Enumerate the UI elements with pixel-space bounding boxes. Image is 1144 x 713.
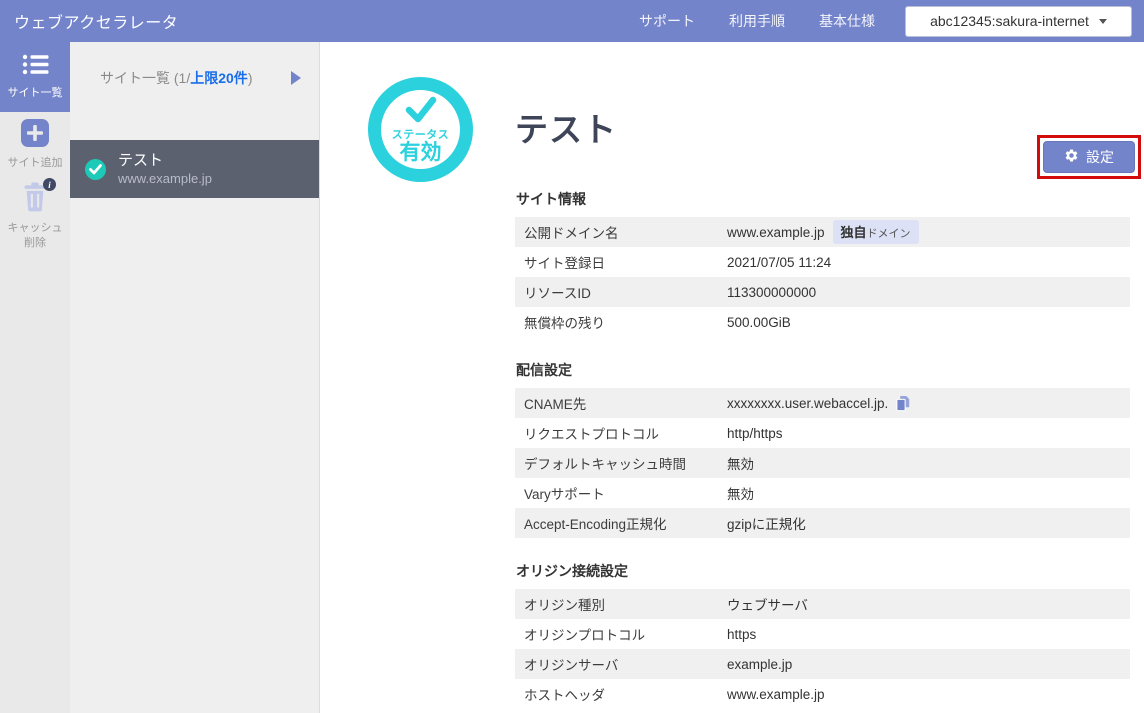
table-row: ホストヘッダ www.example.jp: [515, 679, 1130, 709]
site-list-header: サイト一覧 (1/上限20件): [70, 42, 319, 88]
copy-icon[interactable]: [895, 395, 910, 412]
table-row: リソースID 113300000000: [515, 277, 1130, 307]
account-dropdown-label: abc12345:sakura-internet: [930, 13, 1089, 29]
site-list-icon: [22, 53, 49, 81]
table-row: 公開ドメイン名 www.example.jp独自ドメイン: [515, 217, 1130, 247]
site-limit-link[interactable]: 上限20件: [190, 70, 248, 86]
page-title: テスト: [515, 103, 617, 151]
gear-icon: [1064, 148, 1079, 166]
detail-sections: サイト情報 公開ドメイン名 www.example.jp独自ドメイン サイト登録…: [515, 190, 1130, 709]
nav-support-link[interactable]: サポート: [639, 11, 695, 31]
table-row: サイト登録日 2021/07/05 11:24: [515, 247, 1130, 277]
info-icon: i: [43, 178, 56, 191]
chevron-down-icon: [1099, 19, 1107, 24]
site-list-title: サイト一覧 (1/上限20件): [100, 68, 252, 88]
webaccel-app: ウェブアクセラレータ サポート 利用手順 基本仕様 abc12345:sakur…: [0, 0, 1144, 713]
trash-icon: i: [20, 181, 50, 218]
status-label: ステータス: [392, 129, 450, 141]
table-row: オリジンプロトコル https: [515, 619, 1130, 649]
status-enabled-check-icon: [404, 96, 438, 128]
table-row: 無償枠の残り 500.00GiB: [515, 307, 1130, 337]
settings-button[interactable]: 設定: [1043, 141, 1135, 173]
sidebar-item-label: サイト一覧: [8, 86, 63, 101]
app-body: サイト一覧 サイト追加: [0, 42, 1144, 713]
site-detail-panel: ステータス 有効 テスト 設定 サイト情報: [320, 42, 1144, 713]
table-row: オリジンサーバ example.jp: [515, 649, 1130, 679]
collapse-panel-arrow-icon[interactable]: [291, 71, 301, 85]
table-row: CNAME先 xxxxxxxx.user.webaccel.jp.: [515, 388, 1130, 418]
custom-domain-badge: 独自ドメイン: [833, 220, 919, 244]
section-title: オリジン接続設定: [516, 562, 1130, 581]
status-value: 有効: [400, 141, 442, 164]
section-title: 配信設定: [516, 361, 1130, 380]
table-row: デフォルトキャッシュ時間 無効: [515, 448, 1130, 478]
section-title: サイト情報: [516, 190, 1130, 209]
section-delivery-settings: 配信設定 CNAME先 xxxxxxxx.user.webaccel.jp.: [515, 361, 1130, 538]
settings-button-label: 設定: [1086, 147, 1114, 167]
icon-sidebar: サイト一覧 サイト追加: [0, 42, 70, 713]
settings-highlight-box: 設定: [1037, 135, 1141, 179]
account-dropdown[interactable]: abc12345:sakura-internet: [905, 6, 1132, 37]
top-header-bar: ウェブアクセラレータ サポート 利用手順 基本仕様 abc12345:sakur…: [0, 0, 1144, 42]
plus-icon: [20, 118, 50, 153]
sidebar-item-site-add[interactable]: サイト追加: [0, 118, 70, 171]
nav-guide-link[interactable]: 利用手順: [729, 11, 785, 31]
table-row: Varyサポート 無効: [515, 478, 1130, 508]
table-row: オリジン種別 ウェブサーバ: [515, 589, 1130, 619]
table-row: Accept-Encoding正規化 gzipに正規化: [515, 508, 1130, 538]
sidebar-item-site-list[interactable]: サイト一覧: [0, 42, 70, 112]
site-list-item-selected[interactable]: テスト www.example.jp: [70, 140, 319, 198]
section-site-info: サイト情報 公開ドメイン名 www.example.jp独自ドメイン サイト登録…: [515, 190, 1130, 337]
table-row: リクエストプロトコル http/https: [515, 418, 1130, 448]
site-list-panel: サイト一覧 (1/上限20件) テスト www.example.jp: [70, 42, 320, 713]
site-item-text: テスト www.example.jp: [118, 151, 212, 187]
site-item-name: テスト: [118, 151, 212, 170]
site-item-domain: www.example.jp: [118, 170, 212, 187]
nav-spec-link[interactable]: 基本仕様: [819, 11, 875, 31]
section-origin-settings: オリジン接続設定 オリジン種別 ウェブサーバ オリジンプロトコル https オ…: [515, 562, 1130, 709]
app-title: ウェブアクセラレータ: [14, 9, 178, 33]
sidebar-item-cache-delete[interactable]: i キャッシュ削除: [0, 181, 70, 251]
sidebar-item-label: サイト追加: [8, 156, 63, 171]
status-badge: ステータス 有効: [368, 77, 473, 182]
top-nav: サポート 利用手順 基本仕様: [639, 11, 875, 31]
sidebar-item-label: キャッシュ削除: [8, 221, 63, 251]
status-check-icon: [85, 159, 106, 180]
